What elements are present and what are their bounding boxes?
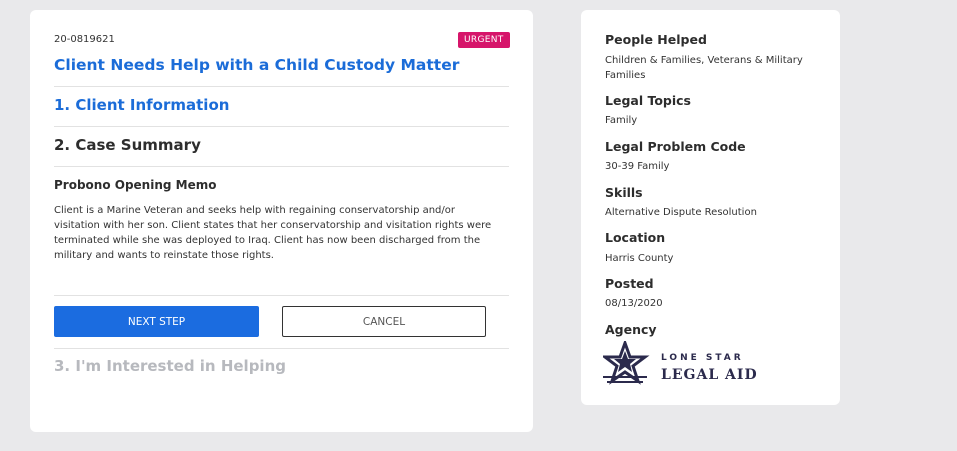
step-client-information[interactable]: 1. Client Information bbox=[54, 96, 229, 114]
divider bbox=[54, 86, 509, 87]
legal-problem-code-value: 30-39 Family bbox=[605, 161, 670, 172]
case-id: 20-0819621 bbox=[54, 34, 115, 45]
step-case-summary[interactable]: 2. Case Summary bbox=[54, 136, 201, 154]
divider bbox=[54, 126, 509, 127]
agency-logo: LONE STAR LEGAL AID bbox=[603, 341, 758, 385]
memo-text: Client is a Marine Veteran and seeks hel… bbox=[54, 205, 492, 261]
urgent-badge: URGENT bbox=[458, 32, 510, 48]
agency-label: Agency bbox=[605, 322, 657, 337]
case-details-card: People Helped Children & Families, Veter… bbox=[581, 10, 840, 405]
next-step-button[interactable]: NEXT STEP bbox=[54, 306, 259, 337]
location-label: Location bbox=[605, 230, 666, 245]
step-interested-in-helping: 3. I'm Interested in Helping bbox=[54, 357, 286, 375]
posted-label: Posted bbox=[605, 276, 654, 291]
case-card: 20-0819621 URGENT Client Needs Help with… bbox=[30, 10, 533, 432]
legal-topics-label: Legal Topics bbox=[605, 93, 691, 108]
logo-line1: LONE STAR bbox=[661, 353, 744, 363]
divider bbox=[54, 166, 509, 167]
people-helped-value: Children & Families, Veterans & Military… bbox=[605, 55, 803, 81]
people-helped-label: People Helped bbox=[605, 32, 707, 47]
divider bbox=[54, 295, 509, 296]
legal-problem-code-label: Legal Problem Code bbox=[605, 139, 746, 154]
logo-line2: LEGAL AID bbox=[661, 367, 758, 383]
location-value: Harris County bbox=[605, 253, 674, 264]
posted-value: 08/13/2020 bbox=[605, 298, 663, 309]
memo-title: Probono Opening Memo bbox=[54, 178, 217, 192]
divider bbox=[54, 348, 509, 349]
case-title: Client Needs Help with a Child Custody M… bbox=[54, 56, 460, 74]
skills-value: Alternative Dispute Resolution bbox=[605, 207, 757, 218]
skills-label: Skills bbox=[605, 185, 643, 200]
legal-topics-value: Family bbox=[605, 115, 638, 126]
cancel-button[interactable]: CANCEL bbox=[282, 306, 486, 337]
